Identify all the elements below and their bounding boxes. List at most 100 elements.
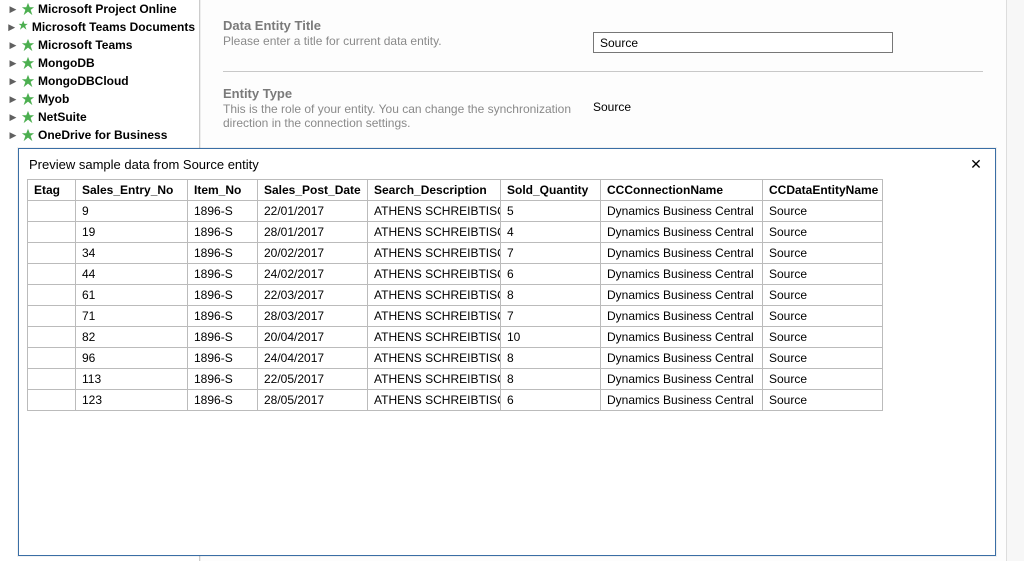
sidebar-item-ms-teams-docs[interactable]: ▶ Microsoft Teams Documents [0, 18, 199, 36]
table-cell: 8 [501, 348, 601, 369]
table-row[interactable]: 821896-S20/04/2017ATHENS SCHREIBTISCH10D… [28, 327, 883, 348]
table-cell: ATHENS SCHREIBTISCH [368, 264, 501, 285]
divider [223, 71, 983, 72]
table-cell [28, 285, 76, 306]
table-cell: 7 [501, 243, 601, 264]
table-cell: 10 [501, 327, 601, 348]
table-row[interactable]: 1231896-S28/05/2017ATHENS SCHREIBTISCH6D… [28, 390, 883, 411]
sidebar-item-label: Microsoft Teams Documents [32, 19, 195, 35]
table-cell: Source [763, 369, 883, 390]
table-row[interactable]: 441896-S24/02/2017ATHENS SCHREIBTISCH6Dy… [28, 264, 883, 285]
table-row[interactable]: 611896-S22/03/2017ATHENS SCHREIBTISCH8Dy… [28, 285, 883, 306]
table-cell: 71 [76, 306, 188, 327]
chevron-right-icon: ▶ [8, 130, 18, 140]
connector-icon [21, 74, 35, 88]
sidebar-item-label: Microsoft Project Online [38, 1, 177, 17]
table-cell: Source [763, 306, 883, 327]
table-cell: 7 [501, 306, 601, 327]
connector-icon [21, 2, 35, 16]
chevron-right-icon: ▶ [8, 94, 18, 104]
preview-sample-table: Etag Sales_Entry_No Item_No Sales_Post_D… [27, 179, 883, 411]
col-sold-quantity[interactable]: Sold_Quantity [501, 180, 601, 201]
preview-dialog-title: Preview sample data from Source entity [29, 157, 259, 172]
table-cell [28, 201, 76, 222]
table-cell: 24/04/2017 [258, 348, 368, 369]
table-cell: Dynamics Business Central [601, 327, 763, 348]
table-row[interactable]: 711896-S28/03/2017ATHENS SCHREIBTISCH7Dy… [28, 306, 883, 327]
table-cell: Dynamics Business Central [601, 222, 763, 243]
table-cell: 113 [76, 369, 188, 390]
col-search-description[interactable]: Search_Description [368, 180, 501, 201]
table-cell: 8 [501, 369, 601, 390]
table-cell: 1896-S [188, 327, 258, 348]
sidebar-item-ms-project-online[interactable]: ▶ Microsoft Project Online [0, 0, 199, 18]
table-cell: 28/01/2017 [258, 222, 368, 243]
table-cell: ATHENS SCHREIBTISCH [368, 285, 501, 306]
table-row[interactable]: 961896-S24/04/2017ATHENS SCHREIBTISCH8Dy… [28, 348, 883, 369]
right-toolbar [1006, 0, 1024, 561]
table-cell: 1896-S [188, 348, 258, 369]
sidebar-item-netsuite[interactable]: ▶ NetSuite [0, 108, 199, 126]
close-icon[interactable]: ✕ [967, 155, 985, 173]
table-cell: 1896-S [188, 243, 258, 264]
table-cell: 20/02/2017 [258, 243, 368, 264]
connector-icon [21, 56, 35, 70]
table-cell: ATHENS SCHREIBTISCH [368, 327, 501, 348]
entity-type-label: Entity Type [223, 86, 593, 101]
table-cell: ATHENS SCHREIBTISCH [368, 201, 501, 222]
table-cell: 1896-S [188, 201, 258, 222]
table-cell: 8 [501, 285, 601, 306]
col-cc-data-entity-name[interactable]: CCDataEntityName [763, 180, 883, 201]
col-cc-connection-name[interactable]: CCConnectionName [601, 180, 763, 201]
table-cell: 22/03/2017 [258, 285, 368, 306]
connector-icon [21, 110, 35, 124]
sidebar-item-mongodb[interactable]: ▶ MongoDB [0, 54, 199, 72]
table-cell [28, 369, 76, 390]
sidebar-item-label: Myob [38, 91, 69, 107]
table-header-row: Etag Sales_Entry_No Item_No Sales_Post_D… [28, 180, 883, 201]
table-cell: 28/03/2017 [258, 306, 368, 327]
col-sales-entry-no[interactable]: Sales_Entry_No [76, 180, 188, 201]
table-row[interactable]: 91896-S22/01/2017ATHENS SCHREIBTISCH5Dyn… [28, 201, 883, 222]
table-cell: 6 [501, 390, 601, 411]
table-cell: 20/04/2017 [258, 327, 368, 348]
col-item-no[interactable]: Item_No [188, 180, 258, 201]
table-cell: 24/02/2017 [258, 264, 368, 285]
table-row[interactable]: 191896-S28/01/2017ATHENS SCHREIBTISCH4Dy… [28, 222, 883, 243]
sidebar-item-mongodbcloud[interactable]: ▶ MongoDBCloud [0, 72, 199, 90]
sidebar-item-myob[interactable]: ▶ Myob [0, 90, 199, 108]
table-cell: 44 [76, 264, 188, 285]
preview-sample-data-dialog: Preview sample data from Source entity ✕… [18, 148, 996, 556]
sidebar-item-ms-teams[interactable]: ▶ Microsoft Teams [0, 36, 199, 54]
table-cell: Source [763, 201, 883, 222]
table-cell: Source [763, 243, 883, 264]
chevron-right-icon: ▶ [8, 22, 15, 32]
sidebar-item-onedrive-biz[interactable]: ▶ OneDrive for Business [0, 126, 199, 144]
table-cell: Dynamics Business Central [601, 264, 763, 285]
table-cell: 1896-S [188, 285, 258, 306]
chevron-right-icon: ▶ [8, 112, 18, 122]
table-cell: ATHENS SCHREIBTISCH [368, 348, 501, 369]
table-cell: Dynamics Business Central [601, 201, 763, 222]
table-cell: 9 [76, 201, 188, 222]
table-cell: Source [763, 348, 883, 369]
sidebar-item-label: NetSuite [38, 109, 87, 125]
col-etag[interactable]: Etag [28, 180, 76, 201]
table-cell: Dynamics Business Central [601, 369, 763, 390]
table-cell [28, 306, 76, 327]
table-cell: 5 [501, 201, 601, 222]
sidebar-item-label: MongoDBCloud [38, 73, 129, 89]
col-sales-post-date[interactable]: Sales_Post_Date [258, 180, 368, 201]
table-cell: Dynamics Business Central [601, 285, 763, 306]
table-cell: 22/05/2017 [258, 369, 368, 390]
chevron-right-icon: ▶ [8, 4, 18, 14]
table-cell: ATHENS SCHREIBTISCH [368, 243, 501, 264]
connector-icon [21, 128, 35, 142]
table-cell: Dynamics Business Central [601, 306, 763, 327]
table-row[interactable]: 1131896-S22/05/2017ATHENS SCHREIBTISCH8D… [28, 369, 883, 390]
table-cell [28, 264, 76, 285]
table-cell: ATHENS SCHREIBTISCH [368, 306, 501, 327]
connector-icon [18, 20, 28, 34]
data-entity-title-input[interactable] [593, 32, 893, 53]
table-row[interactable]: 341896-S20/02/2017ATHENS SCHREIBTISCH7Dy… [28, 243, 883, 264]
